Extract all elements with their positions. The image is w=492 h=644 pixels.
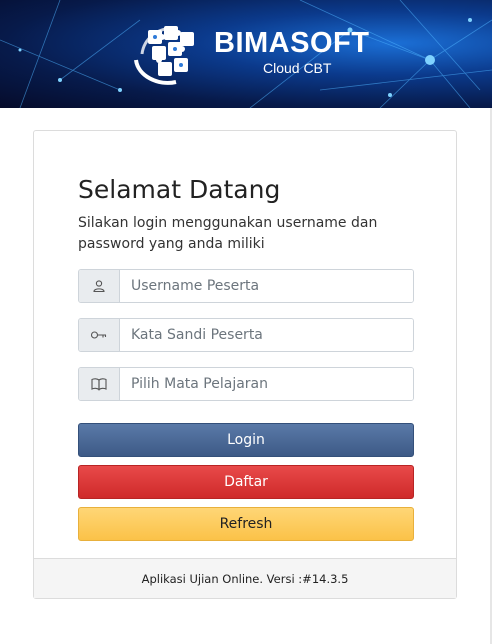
password-input[interactable] — [120, 319, 413, 351]
brand: BIMASOFT Cloud CBT — [128, 16, 369, 88]
key-icon — [79, 319, 120, 351]
version-text: Aplikasi Ujian Online. Versi :#14.3.5 — [141, 571, 349, 586]
login-description: Silakan login menggunakan username dan p… — [78, 215, 378, 252]
brand-subtitle: Cloud CBT — [262, 60, 332, 76]
login-button[interactable]: Login — [78, 423, 414, 457]
refresh-button[interactable]: Refresh — [78, 507, 414, 541]
username-input[interactable] — [120, 270, 413, 302]
card-footer: Aplikasi Ujian Online. Versi :#14.3.5 — [34, 558, 456, 598]
register-button[interactable]: Daftar — [78, 465, 414, 499]
login-card: Selamat Datang Silakan login menggunakan… — [33, 130, 457, 599]
username-field — [78, 269, 414, 303]
book-icon — [79, 368, 120, 400]
user-icon — [79, 270, 120, 302]
subject-input[interactable] — [120, 368, 413, 400]
password-field — [78, 318, 414, 352]
brand-name: BIMASOFT — [214, 27, 370, 59]
subject-field — [78, 367, 414, 401]
puzzle-globe-icon — [134, 26, 194, 85]
page-title: Selamat Datang — [78, 175, 281, 204]
header-banner: BIMASOFT Cloud CBT — [0, 0, 492, 108]
